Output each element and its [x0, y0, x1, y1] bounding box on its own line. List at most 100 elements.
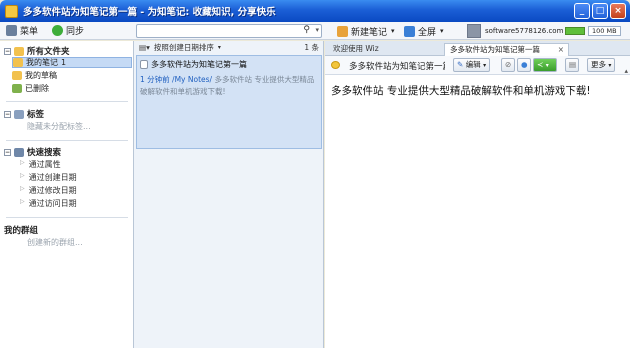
folder-icon — [12, 71, 22, 80]
sidebar-item-my-drafts[interactable]: 我的草稿 — [12, 70, 57, 81]
fullscreen-label: 全屏 — [418, 27, 437, 38]
attachment-icon: ⊘ — [505, 60, 512, 69]
main-toolbar: 菜单 同步 ⚲ ▾ 新建笔记 ▾ 全屏 ▾ software5778126.co… — [0, 22, 630, 40]
create-group-link[interactable]: 创建新的群组... — [27, 237, 83, 248]
quick-search-item[interactable]: ▷ 通过访问日期 — [20, 198, 77, 209]
chevron-down-icon[interactable]: ▾ — [608, 62, 611, 69]
expand-icon[interactable]: ▷ — [20, 172, 25, 183]
user-icon: ● — [521, 60, 528, 69]
expand-icon[interactable]: ▷ — [20, 198, 25, 209]
sync-icon — [52, 25, 64, 36]
view-mode-icon[interactable]: ▤▾ — [139, 43, 150, 52]
menu-button[interactable]: 菜单 — [6, 24, 38, 37]
minimize-button[interactable]: _ — [574, 3, 590, 19]
sort-label[interactable]: 按照创建日期排序 — [154, 42, 214, 53]
divider — [6, 101, 128, 102]
sidebar-item-deleted[interactable]: 已删除 — [12, 83, 49, 94]
note-snippet-text: 多多软件站 专业提供大型精品 — [214, 75, 315, 84]
close-icon[interactable]: × — [558, 44, 564, 56]
info-icon: ▤ — [569, 60, 577, 69]
menu-icon — [6, 25, 17, 36]
folder-icon — [13, 58, 23, 67]
folder-label: 我的笔记 — [26, 58, 58, 67]
all-folders-label: 所有文件夹 — [27, 47, 70, 57]
chevron-down-icon[interactable]: ▾ — [483, 62, 486, 69]
tag-icon — [14, 109, 24, 119]
note-title-row: 多多软件站为知笔记第一篇 — [140, 59, 318, 70]
sync-label: 同步 — [66, 27, 85, 37]
collapse-icon[interactable]: − — [4, 47, 11, 55]
tags-header[interactable]: − 标签 — [4, 108, 44, 120]
info-button[interactable]: ▤ — [565, 58, 579, 72]
more-button[interactable]: 更多 ▾ — [587, 58, 616, 72]
sync-button[interactable]: 同步 — [52, 24, 84, 37]
quick-search-label: 通过创建日期 — [28, 173, 77, 182]
window-titlebar: 多多软件站为知笔记第一篇 - 为知笔记: 收藏知识, 分享快乐 _ □ × — [0, 0, 630, 22]
tab-label: 多多软件站为知笔记第一篇 — [450, 45, 540, 54]
divider — [6, 217, 128, 218]
edit-button[interactable]: ✎ 编辑 ▾ — [453, 58, 491, 72]
storage-bar — [565, 27, 585, 35]
avatar — [467, 24, 481, 38]
tab-note[interactable]: 多多软件站为知笔记第一篇 × — [444, 43, 569, 56]
expand-icon[interactable]: ▷ — [20, 159, 25, 170]
quick-search-header[interactable]: − 快速搜索 — [4, 146, 61, 158]
storage-quota: 100 MB — [565, 26, 621, 36]
username: software5778126.com — [485, 27, 564, 35]
app-icon — [5, 4, 18, 18]
attachment-button[interactable]: ⊘ — [501, 58, 515, 72]
search-icon — [14, 147, 24, 157]
quick-search-label: 快速搜索 — [27, 148, 62, 158]
new-note-icon — [337, 25, 348, 37]
storage-label: 100 MB — [588, 26, 621, 36]
tab-welcome[interactable]: 欢迎使用 Wiz — [328, 43, 384, 56]
expand-icon[interactable]: ▷ — [20, 185, 25, 196]
collapse-icon[interactable]: − — [4, 148, 11, 156]
folder-icon — [14, 46, 24, 56]
note-content[interactable]: 多多软件站 专业提供大型精品破解软件和单机游戏下载! — [325, 75, 630, 106]
note-list-header: ▤▾ 按照创建日期排序 ▾ 1 条 — [134, 41, 323, 53]
chevron-down-icon[interactable]: ▾ — [440, 27, 444, 35]
groups-header[interactable]: 我的群组 — [4, 224, 38, 236]
search-input[interactable]: ⚲ ▾ — [136, 24, 322, 38]
new-note-button[interactable]: 新建笔记 ▾ — [337, 22, 395, 40]
menu-label: 菜单 — [20, 27, 39, 37]
folder-label: 我的草稿 — [25, 71, 57, 80]
list-item[interactable]: 多多软件站为知笔记第一篇 1 分钟前 /My Notes/ 多多软件站 专业提供… — [136, 55, 322, 149]
chevron-down-icon[interactable]: ▾ — [391, 27, 395, 35]
maximize-button[interactable]: □ — [592, 3, 608, 19]
folder-count: 1 — [61, 58, 67, 67]
folder-sidebar: − 所有文件夹 我的笔记 1 我的草稿 已删除 − 标签 隐藏未分配标签... … — [0, 41, 134, 348]
note-color-icon — [331, 61, 340, 69]
share-button[interactable]: ≺ ▾ — [533, 58, 557, 72]
share-icon: ≺ — [537, 60, 544, 69]
quick-search-item[interactable]: ▷ 通过创建日期 — [20, 172, 77, 183]
quick-search-item[interactable]: ▷ 通过属性 — [20, 159, 61, 170]
chevron-down-icon[interactable]: ▾ — [546, 62, 549, 69]
divider — [6, 140, 128, 141]
close-button[interactable]: × — [610, 3, 626, 19]
collapse-icon[interactable]: − — [4, 110, 11, 118]
note-time: 1 分钟前 — [140, 75, 170, 84]
note-toolbar: 多多软件站为知笔记第一篇 ✎ 编辑 ▾ ⊘ ● ≺ ▾ ▤ 更多 ▾ — [325, 56, 630, 75]
user-account[interactable]: software5778126.com ▾ — [467, 22, 570, 40]
user-button[interactable]: ● — [517, 58, 531, 72]
fullscreen-button[interactable]: 全屏 ▾ — [404, 22, 444, 40]
tab-bar: 欢迎使用 Wiz 多多软件站为知笔记第一篇 × — [325, 41, 630, 56]
scroll-up-icon[interactable]: ▴ — [624, 67, 628, 75]
quick-search-item[interactable]: ▷ 通过修改日期 — [20, 185, 77, 196]
trash-icon — [12, 84, 22, 93]
chevron-down-icon[interactable]: ▾ — [218, 44, 221, 51]
search-icon[interactable]: ⚲ — [303, 25, 310, 35]
note-list-panel: ▤▾ 按照创建日期排序 ▾ 1 条 多多软件站为知笔记第一篇 1 分钟前 /My… — [134, 41, 324, 348]
more-label: 更多 — [591, 60, 606, 69]
search-dropdown-icon[interactable]: ▾ — [315, 26, 319, 34]
window-controls: _ □ × — [574, 3, 626, 19]
all-folders-header[interactable]: − 所有文件夹 — [4, 45, 70, 57]
editor-panel: 欢迎使用 Wiz 多多软件站为知笔记第一篇 × 多多软件站为知笔记第一篇 ✎ 编… — [325, 41, 630, 348]
sidebar-item-my-notes[interactable]: 我的笔记 1 — [12, 57, 132, 68]
hide-unassigned-tags-link[interactable]: 隐藏未分配标签... — [27, 121, 91, 132]
note-icon — [140, 60, 148, 69]
note-count: 1 条 — [304, 43, 319, 52]
fullscreen-icon — [404, 25, 415, 37]
